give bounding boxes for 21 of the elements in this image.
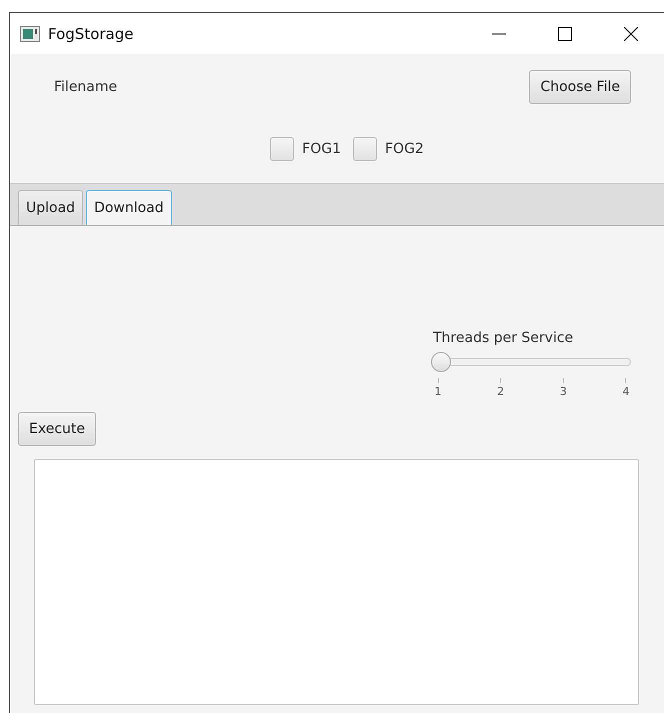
tab[interactable]: Download bbox=[86, 190, 172, 225]
choose-file-button[interactable]: Choose File bbox=[529, 70, 631, 104]
slider-track[interactable] bbox=[433, 352, 631, 372]
checkbox-label: FOG2 bbox=[385, 141, 424, 157]
close-icon[interactable] bbox=[624, 26, 638, 40]
slider-thumb[interactable] bbox=[431, 352, 451, 372]
tick-label: 2 bbox=[496, 378, 506, 398]
app-icon bbox=[20, 26, 40, 42]
tick-label: 1 bbox=[433, 378, 443, 398]
tab[interactable]: Upload bbox=[18, 190, 84, 225]
minimize-icon[interactable] bbox=[492, 32, 506, 34]
slider-label: Threads per Service bbox=[433, 330, 574, 346]
tick-label: 4 bbox=[620, 378, 631, 398]
checkbox[interactable] bbox=[270, 137, 294, 161]
tick-label: 3 bbox=[558, 378, 568, 398]
window-title: FogStorage bbox=[48, 24, 134, 42]
checkbox-label: FOG1 bbox=[302, 141, 341, 157]
checkbox[interactable] bbox=[353, 137, 377, 161]
filename-label: Filename bbox=[54, 79, 118, 95]
execute-button[interactable]: Execute bbox=[18, 412, 96, 446]
maximize-icon[interactable] bbox=[558, 26, 572, 40]
